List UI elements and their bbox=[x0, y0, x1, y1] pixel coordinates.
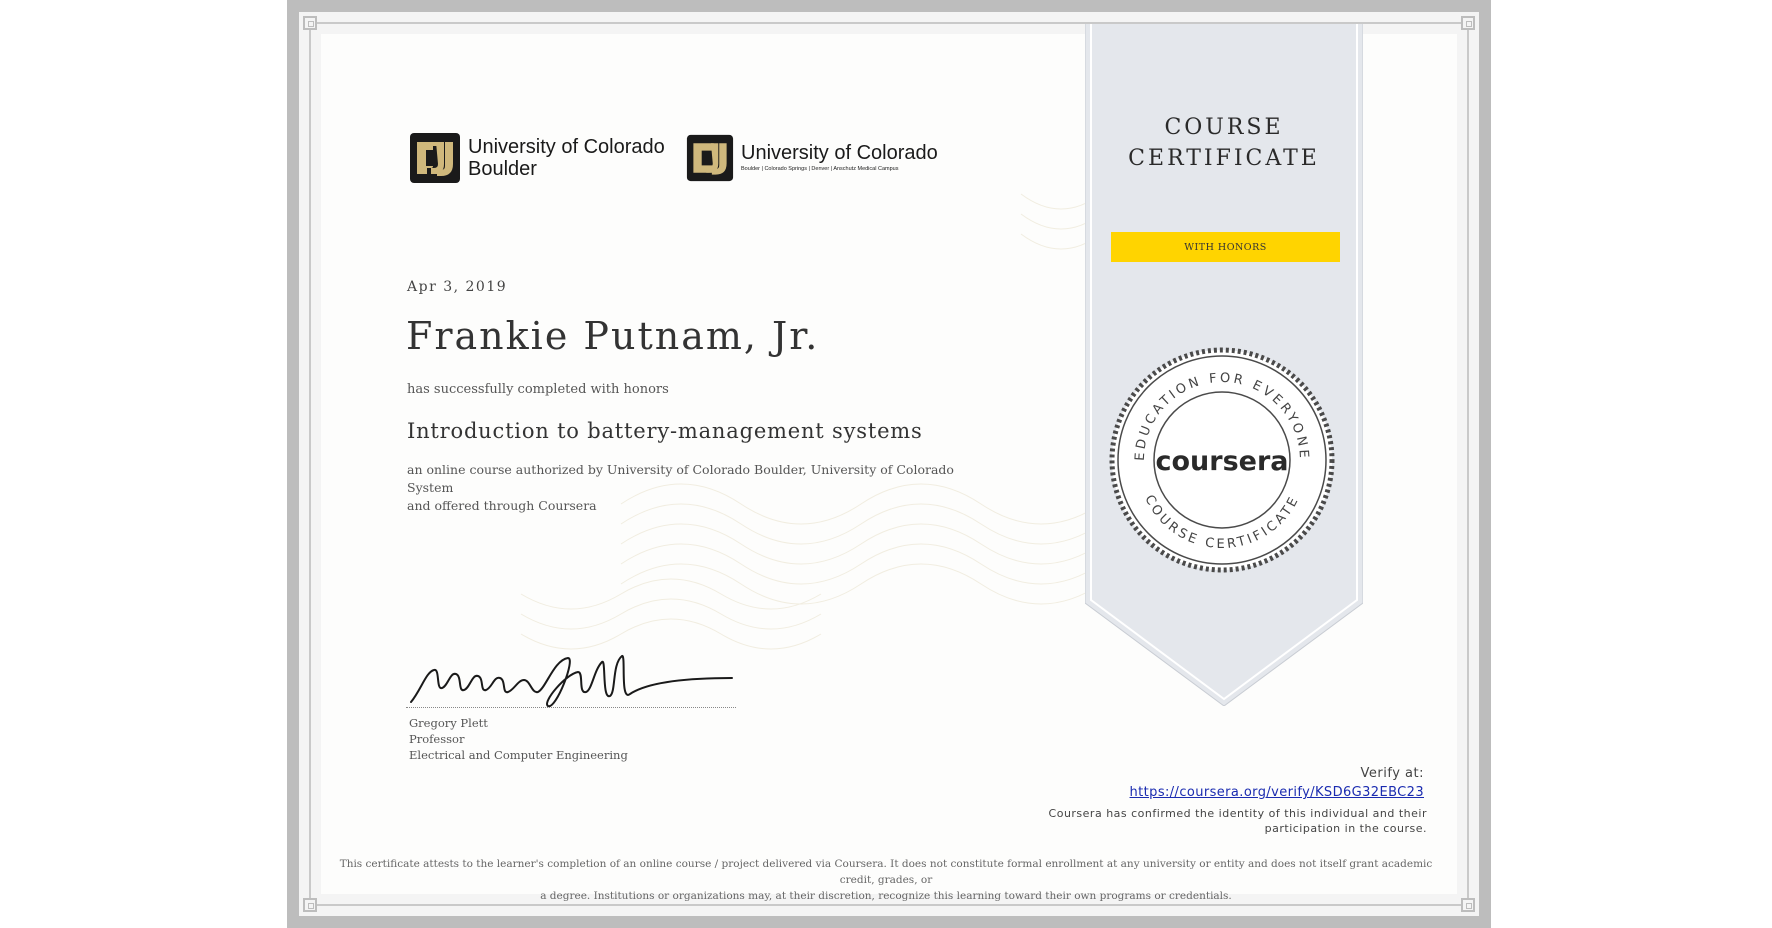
cu-system-name: University of Colorado bbox=[741, 142, 938, 164]
coursera-seal-icon: EDUCATION FOR EVERYONE COURSE CERTIFICAT… bbox=[1109, 347, 1335, 573]
course-title: Introduction to battery-management syste… bbox=[407, 419, 923, 443]
disclaimer-line: a degree. Institutions or organizations … bbox=[540, 890, 1232, 902]
ribbon-heading-line: CERTIFICATE bbox=[1128, 146, 1320, 171]
completion-statement: has successfully completed with honors bbox=[407, 382, 669, 397]
cu-logo-icon bbox=[686, 134, 734, 182]
cu-boulder-campus: Boulder bbox=[468, 158, 537, 180]
corner-ornament bbox=[1461, 898, 1475, 912]
certificate-disclaimer: This certificate attests to the learner'… bbox=[330, 856, 1442, 904]
cu-system-campuses: Boulder | Colorado Springs | Denver | An… bbox=[741, 166, 899, 172]
ribbon-heading-line: COURSE bbox=[1164, 115, 1284, 140]
seal-wordmark: coursera bbox=[1155, 446, 1288, 477]
course-description-line: an online course authorized by Universit… bbox=[407, 462, 954, 495]
cu-logo-icon bbox=[410, 133, 460, 183]
signer-title: Professor bbox=[409, 732, 465, 746]
ribbon-heading: COURSE CERTIFICATE bbox=[1085, 112, 1363, 174]
signer-name: Gregory Plett bbox=[409, 716, 488, 730]
verify-label: Verify at: bbox=[1360, 766, 1424, 781]
honors-badge: WITH HONORS bbox=[1111, 232, 1340, 262]
course-description-line: and offered through Coursera bbox=[407, 498, 597, 513]
signer-block: Gregory Plett Professor Electrical and C… bbox=[409, 715, 628, 763]
verify-note-line: participation in the course. bbox=[1264, 822, 1427, 835]
certificate-date: Apr 3, 2019 bbox=[407, 279, 508, 295]
corner-ornament bbox=[303, 16, 317, 30]
signature-image bbox=[410, 654, 733, 708]
signer-department: Electrical and Computer Engineering bbox=[409, 748, 628, 762]
corner-ornament bbox=[1461, 16, 1475, 30]
verify-note: Coursera has confirmed the identity of t… bbox=[1027, 806, 1427, 836]
signature-line bbox=[406, 707, 736, 708]
verify-link[interactable]: https://coursera.org/verify/KSD6G32EBC23 bbox=[1130, 785, 1424, 800]
cu-boulder-name: University of Colorado bbox=[468, 136, 665, 158]
verify-note-line: Coursera has confirmed the identity of t… bbox=[1048, 807, 1427, 820]
cu-system-logo: University of Colorado Boulder | Colorad… bbox=[686, 134, 938, 182]
cu-boulder-logo: University of Colorado Boulder bbox=[409, 132, 665, 184]
course-description: an online course authorized by Universit… bbox=[407, 461, 967, 515]
learner-name: Frankie Putnam, Jr. bbox=[406, 314, 820, 358]
disclaimer-line: This certificate attests to the learner'… bbox=[339, 858, 1433, 886]
verify-block: Verify at: https://coursera.org/verify/K… bbox=[1130, 766, 1424, 800]
corner-ornament bbox=[303, 898, 317, 912]
